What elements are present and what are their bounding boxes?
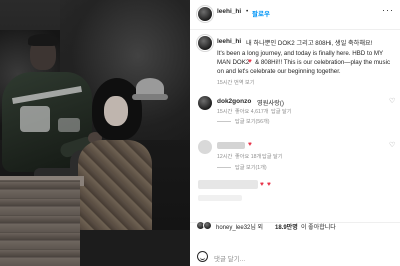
comment-1-view-replies[interactable]: 답글 보기(56개)	[235, 118, 270, 125]
more-dots-icon[interactable]: ···	[382, 5, 394, 15]
comment-1-avatar[interactable]	[198, 96, 212, 110]
caption-timestamp: 15시간	[217, 80, 233, 86]
comment-1-replies-line	[217, 121, 231, 122]
author-avatar[interactable]	[198, 7, 212, 21]
comment-1-likes[interactable]: 좋아요 4,617개	[235, 108, 269, 115]
comment-4-redacted	[198, 195, 242, 201]
comment-1-time: 15시간	[217, 109, 233, 115]
likes-count[interactable]: 18.9만명	[275, 222, 298, 231]
caption-english-line-3: on and let's celebrate our beginning tog…	[217, 68, 341, 75]
comment-2-avatar[interactable]	[198, 140, 212, 154]
comment-3-heart-icon-2: ♥	[267, 181, 271, 188]
photo-woman-face	[104, 96, 128, 126]
emoji-icon[interactable]	[197, 251, 208, 262]
post-photo[interactable]	[0, 0, 190, 266]
jacket-patch	[20, 106, 50, 132]
author-username[interactable]: leehi_hi	[217, 8, 241, 15]
post-header: leehi_hi • 팔로우 ···	[190, 0, 400, 30]
photo-ground	[80, 230, 190, 266]
comment-2-heart-icon: ♥	[248, 141, 252, 148]
photo-wall	[0, 180, 80, 266]
caption-english-line-1: It's been a long journey, and today is f…	[217, 50, 384, 57]
comment-1-username[interactable]: dok2gonzo	[217, 98, 251, 105]
caption-korean: 내 하나뿐인 DOK2 그리고 808Hi, 생일 축하해요!	[246, 40, 373, 47]
separator-dot: •	[246, 8, 249, 15]
red-heart-icon: ♥	[248, 58, 252, 65]
comment-2-likes[interactable]: 좋아요 18개	[235, 153, 261, 160]
comment-2-username-redacted	[217, 142, 245, 149]
comment-1-like-icon[interactable]: ♡	[389, 97, 395, 105]
photo-man-hair	[28, 34, 58, 46]
caption-avatar[interactable]	[198, 36, 212, 50]
jacket-patch-2	[58, 118, 80, 132]
photo-cap-brim	[132, 94, 168, 100]
jacket-stripe	[12, 85, 82, 105]
translate-link[interactable]: 번역 보기	[234, 79, 255, 86]
caption-username[interactable]: leehi_hi	[217, 38, 241, 45]
post-panel: leehi_hi • 팔로우 ··· leehi_hi 내 하나뿐인 DOK2 …	[190, 0, 400, 266]
comment-3-redacted	[198, 180, 258, 189]
comment-2-replies-line	[217, 167, 231, 168]
comment-2-reply-button[interactable]: 답글 달기	[262, 153, 283, 160]
likes-suffix: 이 좋아합니다	[301, 225, 336, 231]
post-action-bar: honey_lee32님 외 18.9만명 이 좋아합니다 댓글 달기...	[190, 221, 400, 266]
follow-button[interactable]: 팔로우	[252, 8, 270, 18]
caption-english-line-2a: MAN DOK2	[217, 59, 250, 66]
photo-woman-top	[78, 140, 152, 240]
likes-prefix[interactable]: honey_lee32님 외	[216, 222, 263, 231]
caption-english-line-2b: & 808Hi!!! This is our celebration—play …	[255, 59, 391, 66]
comment-2-like-icon[interactable]: ♡	[389, 141, 395, 149]
liker-avatar-2	[203, 221, 212, 230]
comment-2-time: 12시간	[217, 154, 233, 160]
comment-3-heart-icon-1: ♥	[260, 181, 264, 188]
comment-2-view-replies[interactable]: 답글 보기(1개)	[235, 164, 267, 171]
comment-1-reply-button[interactable]: 답글 달기	[271, 108, 292, 115]
comment-1-text: 영원사랑()	[257, 100, 284, 107]
comment-input[interactable]: 댓글 달기...	[214, 253, 245, 263]
